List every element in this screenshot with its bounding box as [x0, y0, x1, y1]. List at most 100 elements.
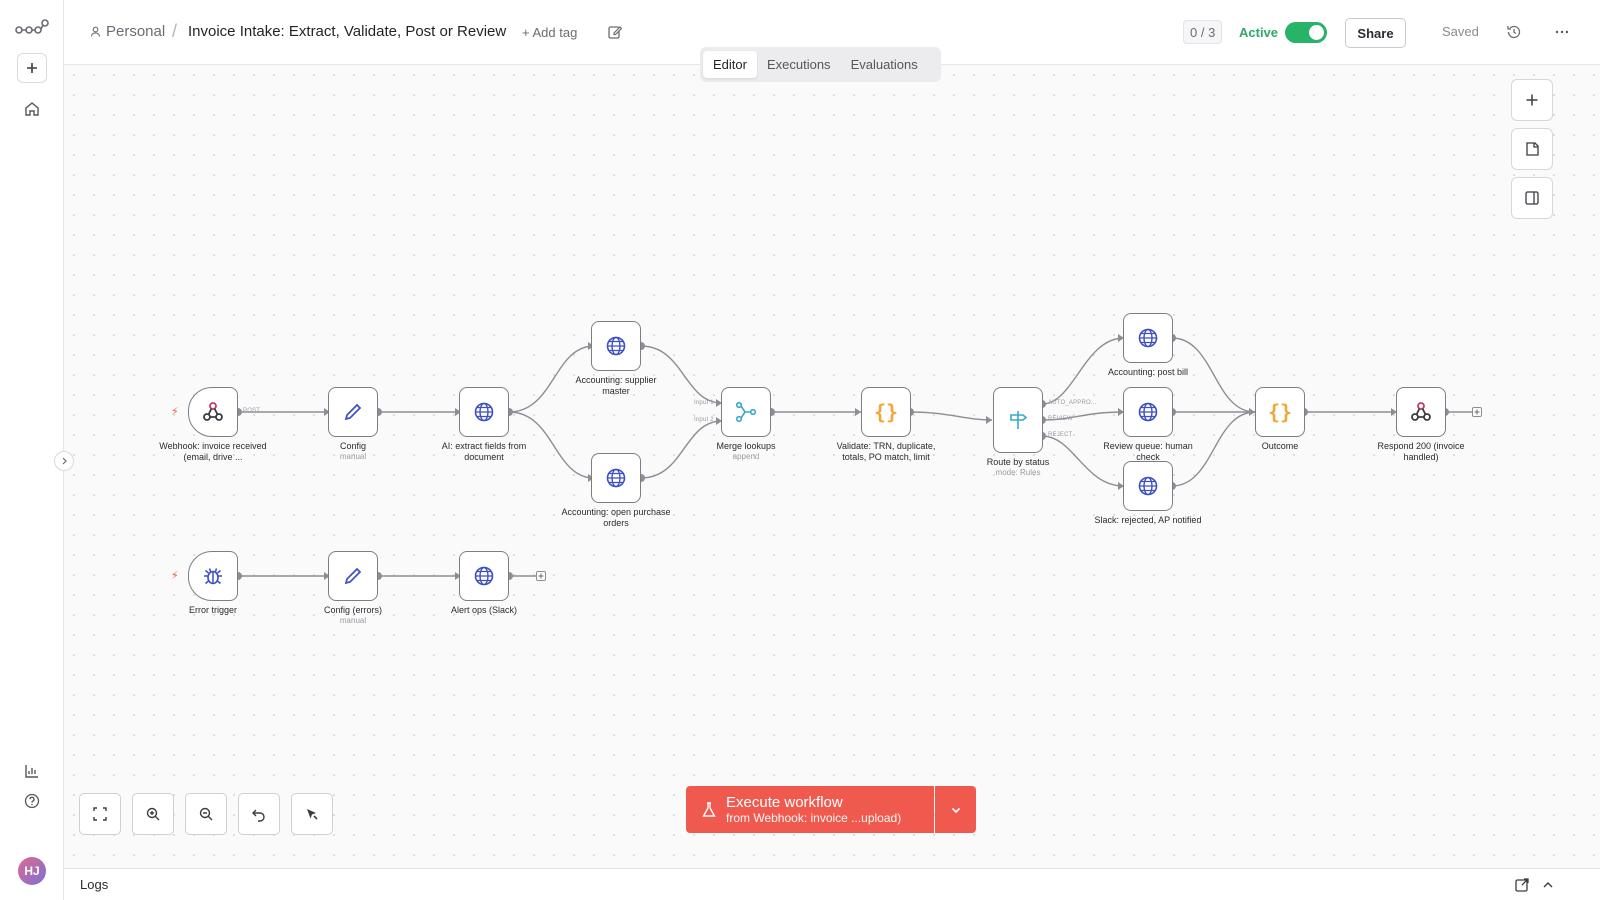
- node-accounting-supplier[interactable]: [591, 321, 641, 371]
- node-label: Config: [339, 441, 366, 451]
- logs-panel[interactable]: Logs: [64, 868, 1600, 900]
- home-icon: [25, 102, 39, 116]
- avatar-initials: HJ: [24, 864, 40, 878]
- share-button[interactable]: Share: [1345, 18, 1406, 48]
- trigger-bolt-icon: ⚡: [171, 570, 179, 582]
- tidy-up-button[interactable]: [291, 793, 333, 835]
- execute-label: Execute workflow: [726, 793, 843, 811]
- node-error-trigger[interactable]: [188, 551, 238, 601]
- flask-icon: [702, 801, 716, 817]
- insights-button[interactable]: [22, 761, 42, 781]
- node-label: Slack: rejected, AP notified: [1094, 515, 1202, 525]
- chevron-right-icon: [62, 457, 67, 465]
- sticky-note-icon: [1526, 142, 1539, 156]
- pencil-icon: [344, 403, 362, 421]
- node-config[interactable]: [328, 387, 378, 437]
- view-tabs: Editor Executions Evaluations: [700, 47, 941, 82]
- edit-description-icon[interactable]: [606, 23, 624, 41]
- plus-icon: [1526, 94, 1538, 106]
- n8n-logo-icon[interactable]: [15, 19, 49, 41]
- undo-button[interactable]: [238, 793, 280, 835]
- workflow-title[interactable]: Invoice Intake: Extract, Validate, Post …: [188, 23, 506, 40]
- node-label: Route by status: [986, 457, 1050, 467]
- trigger-bolt-icon: ⚡: [171, 406, 179, 418]
- toggle-panel-button[interactable]: [1511, 177, 1553, 219]
- add-node-plus-icon[interactable]: [536, 571, 546, 581]
- workflow-canvas[interactable]: POST Input 1 Input 2 AUTO_APPRO... REVIE…: [64, 65, 1600, 868]
- node-merge[interactable]: [721, 387, 771, 437]
- saved-status: Saved: [1442, 24, 1479, 39]
- add-tag-button[interactable]: + Add tag: [522, 25, 577, 40]
- tab-editor[interactable]: Editor: [703, 51, 757, 78]
- node-label: Accounting: open purchase orders: [561, 507, 671, 528]
- execute-options-button[interactable]: [935, 786, 976, 833]
- connections: [234, 334, 1472, 580]
- node-outcome[interactable]: {}: [1255, 387, 1305, 437]
- plus-icon: [27, 63, 37, 73]
- node-route-by-status[interactable]: [993, 387, 1043, 453]
- history-icon[interactable]: [1505, 23, 1523, 41]
- node-accounting-open-po[interactable]: [591, 453, 641, 503]
- fit-view-icon: [93, 807, 107, 821]
- zoom-out-button[interactable]: [185, 793, 227, 835]
- port-label-review: REVIEW: [1048, 416, 1073, 422]
- node-validate[interactable]: {}: [861, 387, 911, 437]
- node-label: Accounting: post bill: [1107, 367, 1189, 377]
- chevron-up-icon[interactable]: [1540, 877, 1556, 893]
- more-options-icon[interactable]: [1553, 23, 1571, 41]
- help-icon: [24, 793, 40, 809]
- webhook-icon: [1411, 402, 1431, 421]
- fit-view-button[interactable]: [79, 793, 121, 835]
- node-subtitle: mode: Rules: [995, 468, 1041, 477]
- code-icon: {}: [1267, 400, 1293, 424]
- activation-counter: 0 / 3: [1183, 20, 1223, 44]
- create-button[interactable]: [17, 53, 47, 83]
- node-label: Config (errors): [323, 605, 382, 615]
- port-label-input1: Input 1: [694, 400, 714, 406]
- node-respond-200[interactable]: [1396, 387, 1446, 437]
- undo-icon: [252, 809, 265, 822]
- node-subtitle: append: [732, 452, 760, 461]
- node-label: Validate: TRN, duplicate, totals, PO mat…: [836, 441, 936, 462]
- signpost-icon: [1010, 411, 1028, 429]
- add-node-button[interactable]: [1511, 79, 1553, 121]
- rail-collapse-toggle[interactable]: [54, 451, 74, 471]
- node-label: Respond 200 (invoice handled): [1377, 441, 1465, 462]
- globe-icon: [606, 336, 626, 356]
- globe-icon: [474, 566, 494, 586]
- node-webhook[interactable]: [188, 387, 238, 437]
- node-config-errors[interactable]: [328, 551, 378, 601]
- node-review-queue[interactable]: [1123, 387, 1173, 437]
- breadcrumb-project[interactable]: Personal: [90, 23, 165, 40]
- insights-icon: [25, 765, 38, 778]
- breadcrumb-separator: /: [172, 21, 178, 41]
- node-accounting-post-bill[interactable]: [1123, 313, 1173, 363]
- node-label: Alert ops (Slack): [450, 605, 518, 615]
- node-label: Outcome: [1261, 441, 1299, 451]
- merge-icon: [735, 401, 757, 423]
- code-icon: {}: [873, 400, 899, 424]
- left-rail: HJ: [0, 0, 64, 900]
- pencil-icon: [344, 567, 362, 585]
- globe-icon: [1138, 328, 1158, 348]
- node-alert-ops[interactable]: [459, 551, 509, 601]
- tidy-up-icon: [307, 809, 318, 820]
- add-node-plus-icon[interactable]: [1472, 407, 1482, 417]
- execute-workflow-button[interactable]: Execute workflow from Webhook: invoice .…: [686, 786, 934, 833]
- avatar[interactable]: HJ: [18, 857, 46, 885]
- webhook-icon: [203, 402, 223, 421]
- active-toggle[interactable]: [1285, 22, 1327, 43]
- home-button[interactable]: [22, 99, 42, 119]
- globe-icon: [606, 468, 626, 488]
- node-slack-rejected[interactable]: [1123, 461, 1173, 511]
- logs-label: Logs: [80, 877, 109, 892]
- node-ai-extract[interactable]: [459, 387, 509, 437]
- help-button[interactable]: [22, 791, 42, 811]
- add-sticky-note-button[interactable]: [1511, 128, 1553, 170]
- globe-icon: [1138, 402, 1158, 422]
- tab-executions[interactable]: Executions: [757, 51, 841, 78]
- tab-evaluations[interactable]: Evaluations: [841, 51, 928, 78]
- node-label: Error trigger: [188, 605, 237, 615]
- open-in-window-icon[interactable]: [1514, 877, 1530, 893]
- zoom-in-button[interactable]: [132, 793, 174, 835]
